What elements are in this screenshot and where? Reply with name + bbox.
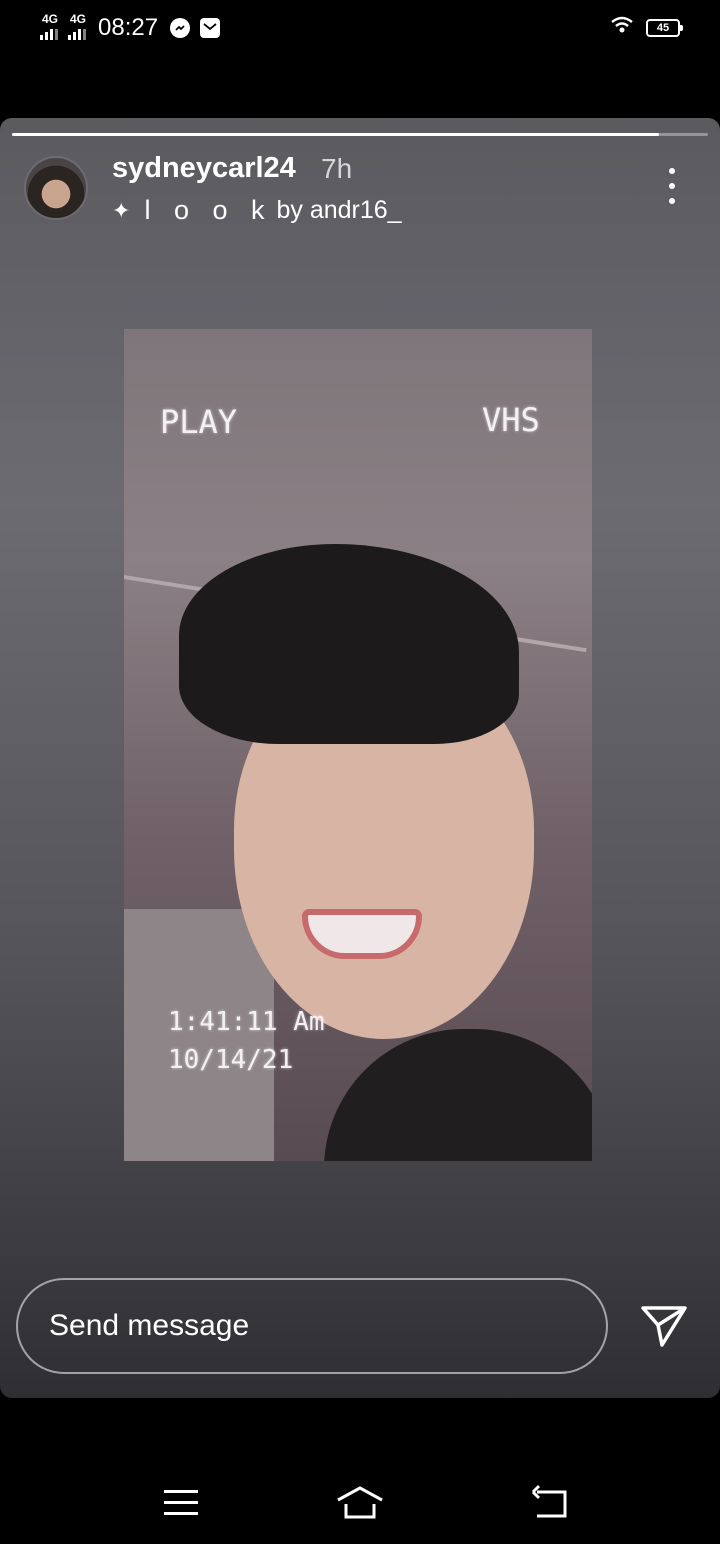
send-message-input[interactable]: Send message xyxy=(16,1278,608,1374)
story-progress-fill xyxy=(12,133,660,136)
vhs-date-text: 10/14/21 xyxy=(168,1045,294,1075)
story-photo: PLAY VHS 1:41:11 Am 10/14/21 xyxy=(124,329,592,1161)
send-icon[interactable] xyxy=(640,1303,688,1349)
clock: 08:27 xyxy=(98,14,159,41)
time-ago: 7h xyxy=(321,153,353,184)
network-type-label: 4G xyxy=(42,12,59,26)
sparkle-icon: ✦ xyxy=(112,197,131,223)
send-message-placeholder: Send message xyxy=(49,1309,250,1342)
story-progress-bar xyxy=(12,133,708,136)
effect-attribution[interactable]: ✦ l o o k by andr16_ xyxy=(112,195,402,226)
wifi-icon xyxy=(610,16,634,39)
signal-strength-icon: 4G xyxy=(68,12,86,40)
network-type-label: 4G xyxy=(70,12,87,26)
mail-icon xyxy=(200,18,221,38)
battery-icon: 45 xyxy=(646,18,683,37)
messenger-icon xyxy=(170,18,191,38)
home-icon[interactable] xyxy=(335,1482,385,1522)
avatar[interactable] xyxy=(24,156,88,220)
battery-level: 45 xyxy=(656,21,670,34)
signal-strength-icon: 4G xyxy=(40,12,58,40)
system-navigation-bar xyxy=(0,1460,720,1544)
vhs-time-text: 1:41:11 Am xyxy=(168,1007,325,1037)
vhs-play-text: PLAY xyxy=(160,403,238,441)
story-viewer[interactable]: sydneycarl24 7h ✦ l o o k by andr16_ PLA… xyxy=(0,118,720,1398)
vhs-label-text: VHS xyxy=(482,401,540,439)
menu-icon[interactable] xyxy=(156,1482,206,1522)
back-icon[interactable] xyxy=(525,1482,575,1522)
effect-author: by andr16_ xyxy=(276,196,402,224)
effect-name: l o o k xyxy=(144,195,273,225)
status-bar: 4G 4G 08:27 45 xyxy=(0,0,720,56)
username[interactable]: sydneycarl24 xyxy=(112,152,296,185)
more-options-icon[interactable] xyxy=(660,168,684,204)
